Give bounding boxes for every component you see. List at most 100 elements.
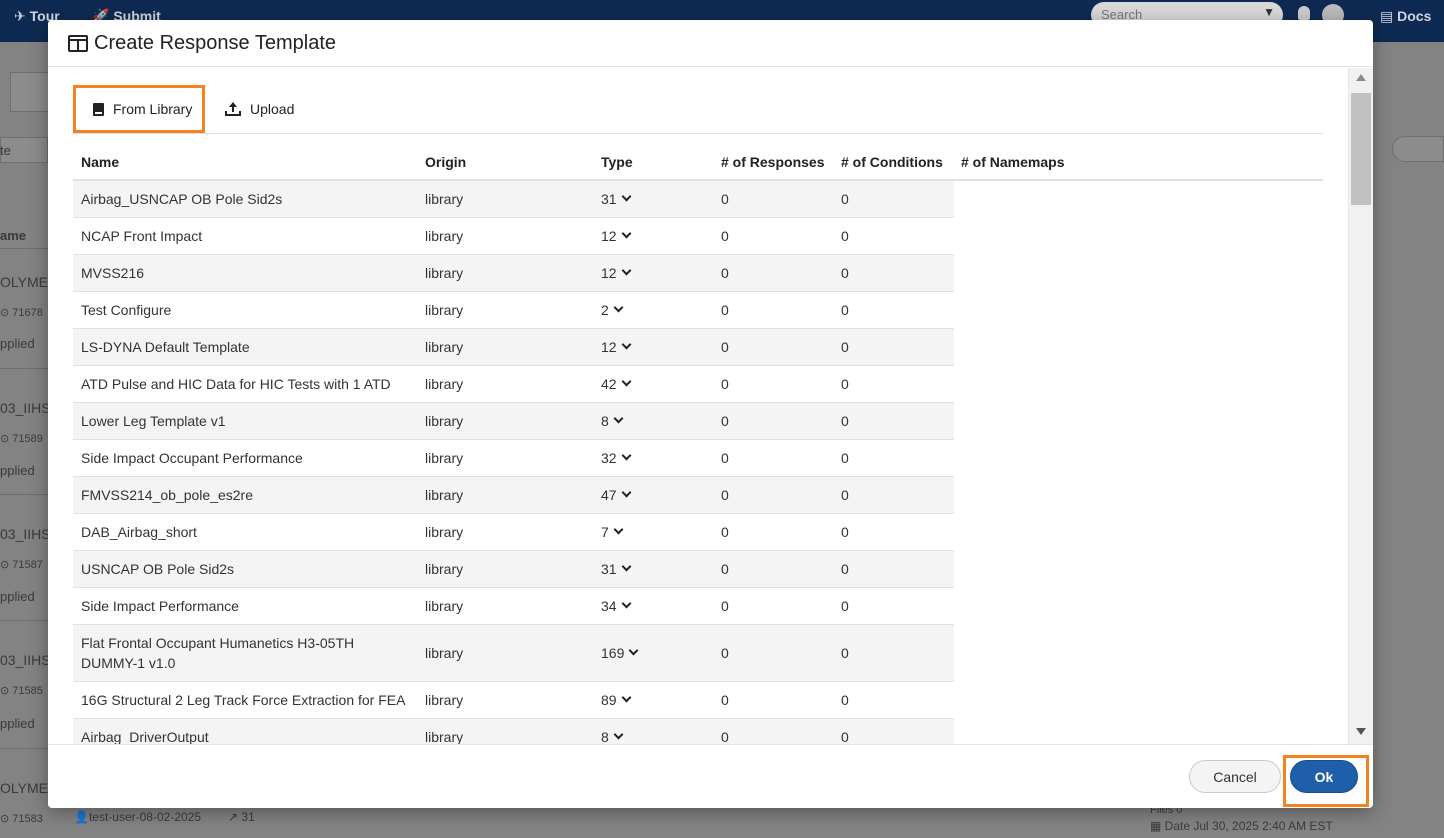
type-dropdown[interactable]: 8 xyxy=(601,403,624,439)
bg-row-title: OLYME xyxy=(0,274,48,290)
tab-label: From Library xyxy=(113,101,193,117)
chevron-down-icon xyxy=(621,339,632,350)
col-name[interactable]: Name xyxy=(81,154,119,170)
table-row[interactable]: Side Impact Occupant Performance library 3… xyxy=(73,440,954,477)
template-origin: library xyxy=(425,228,464,244)
bg-row-title: OLYME xyxy=(0,780,48,796)
table-row[interactable]: FMVSS214_ob_pole_es2re library 47 0 0 xyxy=(73,477,954,514)
bg-row-status: pplied xyxy=(0,463,35,478)
cancel-button[interactable]: Cancel xyxy=(1189,760,1281,793)
vertical-scrollbar[interactable] xyxy=(1348,68,1373,744)
response-count: 0 xyxy=(721,645,729,661)
chevron-down-icon xyxy=(621,376,632,387)
bg-row-status: pplied xyxy=(0,336,35,351)
col-conditions[interactable]: # of Conditions xyxy=(841,154,943,170)
table-row[interactable]: DAB_Airbag_short library 7 0 0 xyxy=(73,514,954,551)
condition-count: 0 xyxy=(841,228,849,244)
chevron-down-icon xyxy=(621,265,632,276)
chevron-down-icon xyxy=(613,413,624,424)
bg-divider xyxy=(0,494,48,495)
chevron-down-icon xyxy=(613,524,624,535)
table-row[interactable]: NCAP Front Impact library 12 0 0 xyxy=(73,218,954,255)
type-dropdown[interactable]: 34 xyxy=(601,588,632,624)
bg-row-title: 03_IIHS xyxy=(0,652,51,668)
modal-footer: Cancel Ok xyxy=(48,744,1373,808)
table-row[interactable]: Airbag_USNCAP OB Pole Sid2s library 31 0 0 xyxy=(73,181,954,218)
table-row[interactable]: Test Configure library 2 0 0 xyxy=(73,292,954,329)
condition-count: 0 xyxy=(841,598,849,614)
bell-icon[interactable] xyxy=(1298,6,1310,20)
scroll-thumb[interactable] xyxy=(1351,93,1371,205)
type-dropdown[interactable]: 42 xyxy=(601,366,632,402)
table-row[interactable]: Airbag_DriverOutput library 8 0 0 xyxy=(73,719,954,744)
docs-link[interactable]: ▤ Docs xyxy=(1380,8,1431,25)
col-type[interactable]: Type xyxy=(601,154,633,170)
scroll-up-icon[interactable] xyxy=(1356,74,1366,81)
response-count: 0 xyxy=(721,692,729,708)
condition-count: 0 xyxy=(841,302,849,318)
type-dropdown[interactable]: 12 xyxy=(601,255,632,291)
response-count: 0 xyxy=(721,487,729,503)
type-dropdown[interactable]: 47 xyxy=(601,477,632,513)
bg-row-id: ⊙ 71583 xyxy=(0,813,43,825)
template-name: MVSS216 xyxy=(81,265,145,281)
condition-count: 0 xyxy=(841,487,849,503)
table-row[interactable]: MVSS216 library 12 0 0 xyxy=(73,255,954,292)
source-tabs: From Library Upload xyxy=(73,85,1323,134)
condition-count: 0 xyxy=(841,645,849,661)
response-count: 0 xyxy=(721,729,729,744)
type-dropdown[interactable]: 12 xyxy=(601,329,632,365)
table-row[interactable]: 16G Structural 2 Leg Track Force Extract… xyxy=(73,682,954,719)
bg-panel xyxy=(10,72,50,112)
table-row[interactable]: Flat Frontal Occupant Humanetics H3-05TH… xyxy=(73,625,954,682)
template-table-body: Airbag_USNCAP OB Pole Sid2s library 31 0 0 NC… xyxy=(73,181,954,744)
create-response-template-modal: Create Response Template From Library Up… xyxy=(48,20,1373,808)
col-origin[interactable]: Origin xyxy=(425,154,466,170)
tab-from-library[interactable]: From Library xyxy=(73,85,205,133)
table-row[interactable]: ATD Pulse and HIC Data for HIC Tests wit… xyxy=(73,366,954,403)
template-origin: library xyxy=(425,598,464,614)
condition-count: 0 xyxy=(841,265,849,281)
template-origin: library xyxy=(425,376,464,392)
bg-name-header: ame xyxy=(0,228,27,243)
table-row[interactable]: LS-DYNA Default Template library 12 0 0 xyxy=(73,329,954,366)
tab-label: Upload xyxy=(250,101,295,117)
tab-upload[interactable]: Upload xyxy=(225,85,294,133)
table-row[interactable]: USNCAP OB Pole Sid2s library 31 0 0 xyxy=(73,551,954,588)
chevron-down-icon xyxy=(621,228,632,239)
type-dropdown[interactable]: 8 xyxy=(601,719,624,744)
table-row[interactable]: Side Impact Performance library 34 0 0 xyxy=(73,588,954,625)
modal-header: Create Response Template xyxy=(48,20,1373,67)
table-row[interactable]: Lower Leg Template v1 library 8 0 0 xyxy=(73,403,954,440)
condition-count: 0 xyxy=(841,692,849,708)
modal-title: Create Response Template xyxy=(94,31,336,54)
chevron-down-icon xyxy=(621,191,632,202)
type-dropdown[interactable]: 7 xyxy=(601,514,624,550)
type-dropdown[interactable]: 31 xyxy=(601,181,632,217)
response-count: 0 xyxy=(721,598,729,614)
response-count: 0 xyxy=(721,524,729,540)
type-dropdown[interactable]: 12 xyxy=(601,218,632,254)
type-dropdown[interactable]: 32 xyxy=(601,440,632,476)
scroll-down-icon[interactable] xyxy=(1356,728,1366,735)
template-name: ATD Pulse and HIC Data for HIC Tests wit… xyxy=(81,376,391,392)
chevron-down-icon xyxy=(613,302,624,313)
template-name: Test Configure xyxy=(81,302,172,318)
type-dropdown[interactable]: 31 xyxy=(601,551,632,587)
type-dropdown[interactable]: 169 xyxy=(601,625,639,681)
template-origin: library xyxy=(425,524,464,540)
condition-count: 0 xyxy=(841,561,849,577)
col-responses[interactable]: # of Responses xyxy=(721,154,824,170)
type-dropdown[interactable]: 2 xyxy=(601,292,624,328)
caret-down-icon: ▼ xyxy=(1263,5,1275,19)
ok-button[interactable]: Ok xyxy=(1290,760,1358,793)
col-namemaps[interactable]: # of Namemaps xyxy=(961,154,1064,170)
modal-body: From Library Upload Name Origin Type # o… xyxy=(48,68,1373,744)
condition-count: 0 xyxy=(841,450,849,466)
template-origin: library xyxy=(425,302,464,318)
template-origin: library xyxy=(425,487,464,503)
bg-row-id: ⊙ 71589 xyxy=(0,433,43,445)
type-dropdown[interactable]: 89 xyxy=(601,682,632,718)
bg-filter-text: te xyxy=(0,143,11,158)
bg-pager xyxy=(1392,136,1444,162)
